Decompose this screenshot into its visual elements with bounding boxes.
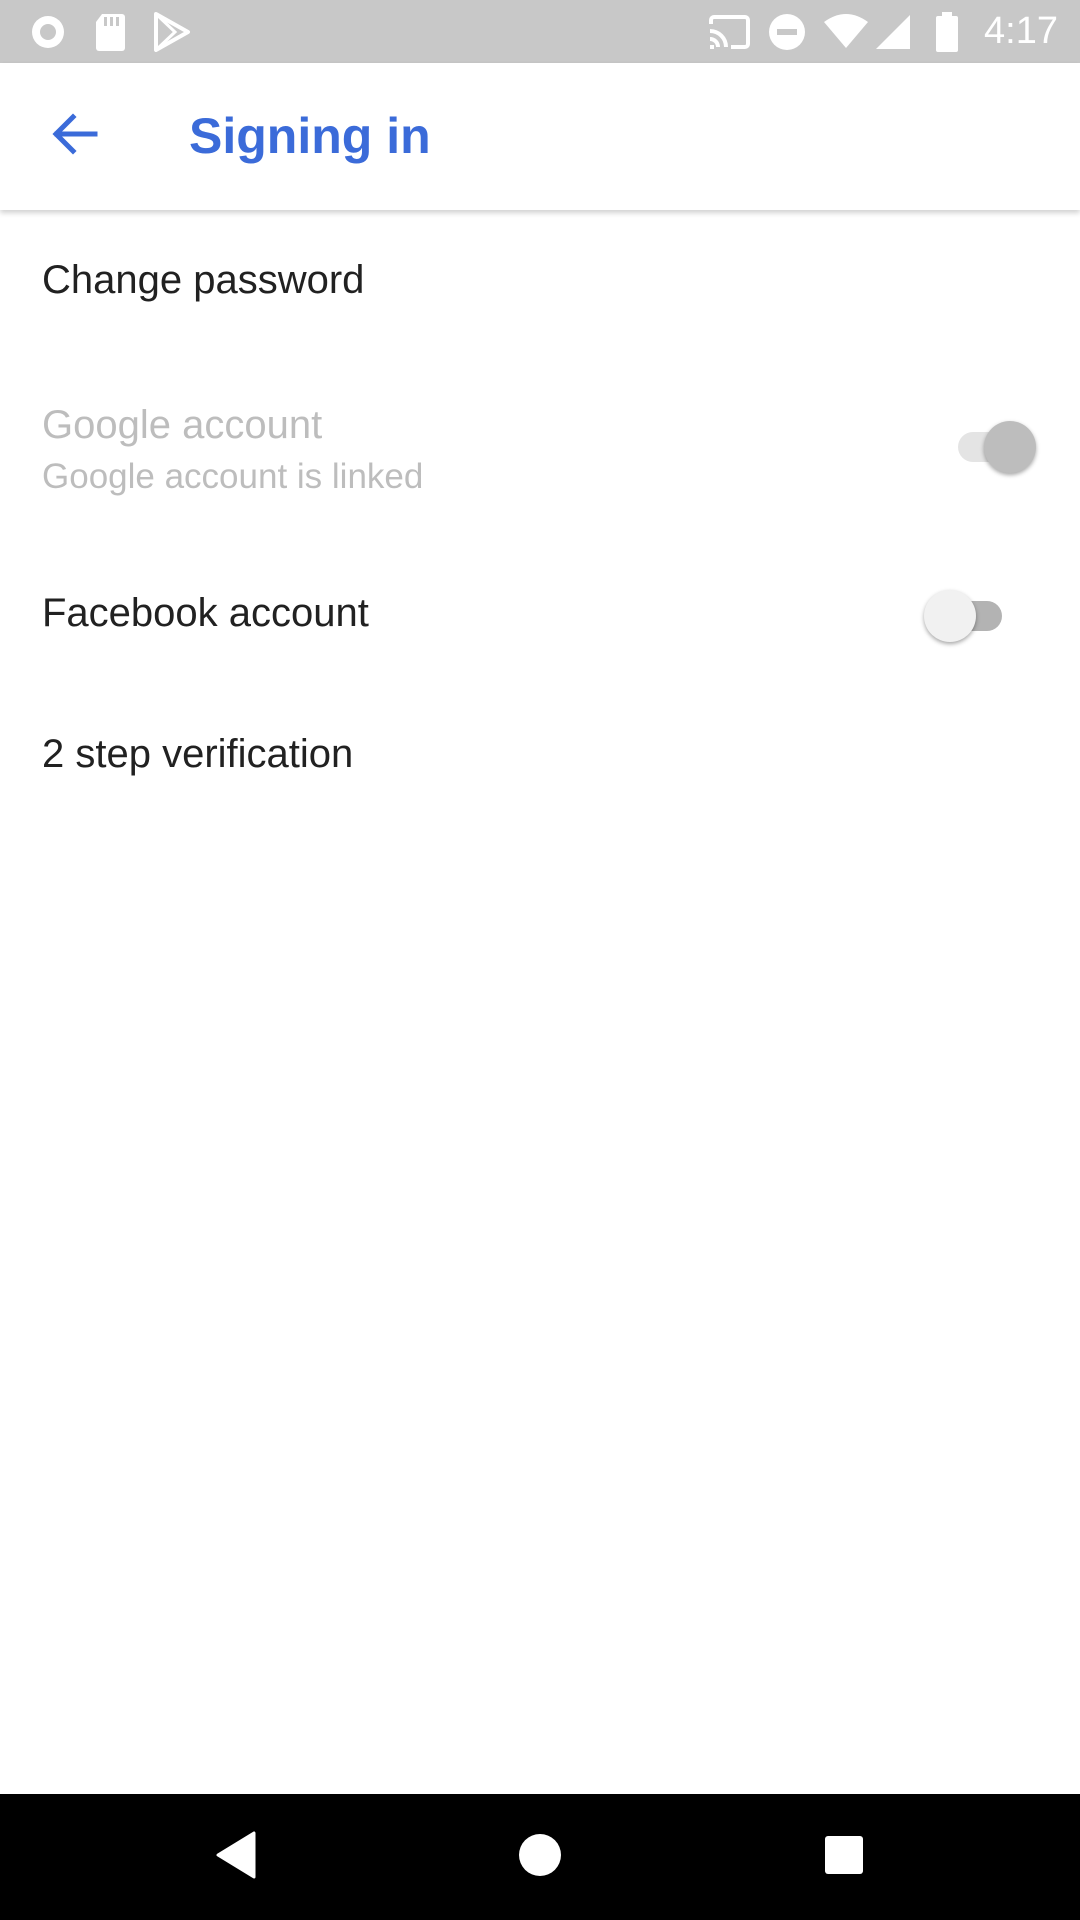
do-not-disturb-icon bbox=[766, 0, 808, 63]
arrow-back-icon bbox=[49, 108, 101, 165]
change-password-item[interactable]: Change password bbox=[0, 210, 1080, 351]
switch-thumb bbox=[984, 421, 1036, 473]
back-triangle-icon bbox=[214, 1830, 258, 1885]
two-step-verification-item[interactable]: 2 step verification bbox=[0, 684, 1080, 825]
home-circle-icon bbox=[517, 1832, 563, 1883]
nav-home-button[interactable] bbox=[495, 1812, 585, 1902]
change-password-label: Change password bbox=[42, 258, 365, 302]
two-step-verification-label: 2 step verification bbox=[42, 732, 354, 776]
google-account-item: Google account Google account is linked bbox=[0, 351, 1080, 543]
facebook-account-item[interactable]: Facebook account bbox=[0, 543, 1080, 684]
settings-list: Change password Google account Google ac… bbox=[0, 210, 1080, 825]
facebook-account-label: Facebook account bbox=[42, 591, 369, 635]
facebook-account-switch[interactable] bbox=[924, 585, 1014, 645]
record-icon bbox=[26, 0, 70, 63]
battery-icon bbox=[932, 0, 962, 63]
back-button[interactable] bbox=[30, 91, 120, 181]
sd-card-icon bbox=[92, 0, 128, 63]
screen: 4:17 Signing in Change password Google a… bbox=[0, 0, 1080, 1920]
google-account-label: Google account bbox=[42, 403, 323, 447]
google-account-switch bbox=[946, 416, 1036, 476]
signal-icon bbox=[870, 0, 914, 63]
app-bar: Signing in bbox=[0, 63, 1080, 210]
navigation-bar bbox=[0, 1794, 1080, 1920]
switch-thumb bbox=[924, 590, 976, 642]
status-bar: 4:17 bbox=[0, 0, 1080, 63]
recents-square-icon bbox=[823, 1834, 865, 1881]
wifi-icon bbox=[822, 0, 870, 63]
google-account-status: Google account is linked bbox=[42, 457, 424, 496]
play-store-icon bbox=[152, 0, 192, 63]
nav-back-button[interactable] bbox=[191, 1812, 281, 1902]
nav-recents-button[interactable] bbox=[799, 1812, 889, 1902]
status-time: 4:17 bbox=[984, 10, 1058, 52]
cast-icon bbox=[706, 0, 752, 63]
page-title: Signing in bbox=[189, 108, 431, 164]
